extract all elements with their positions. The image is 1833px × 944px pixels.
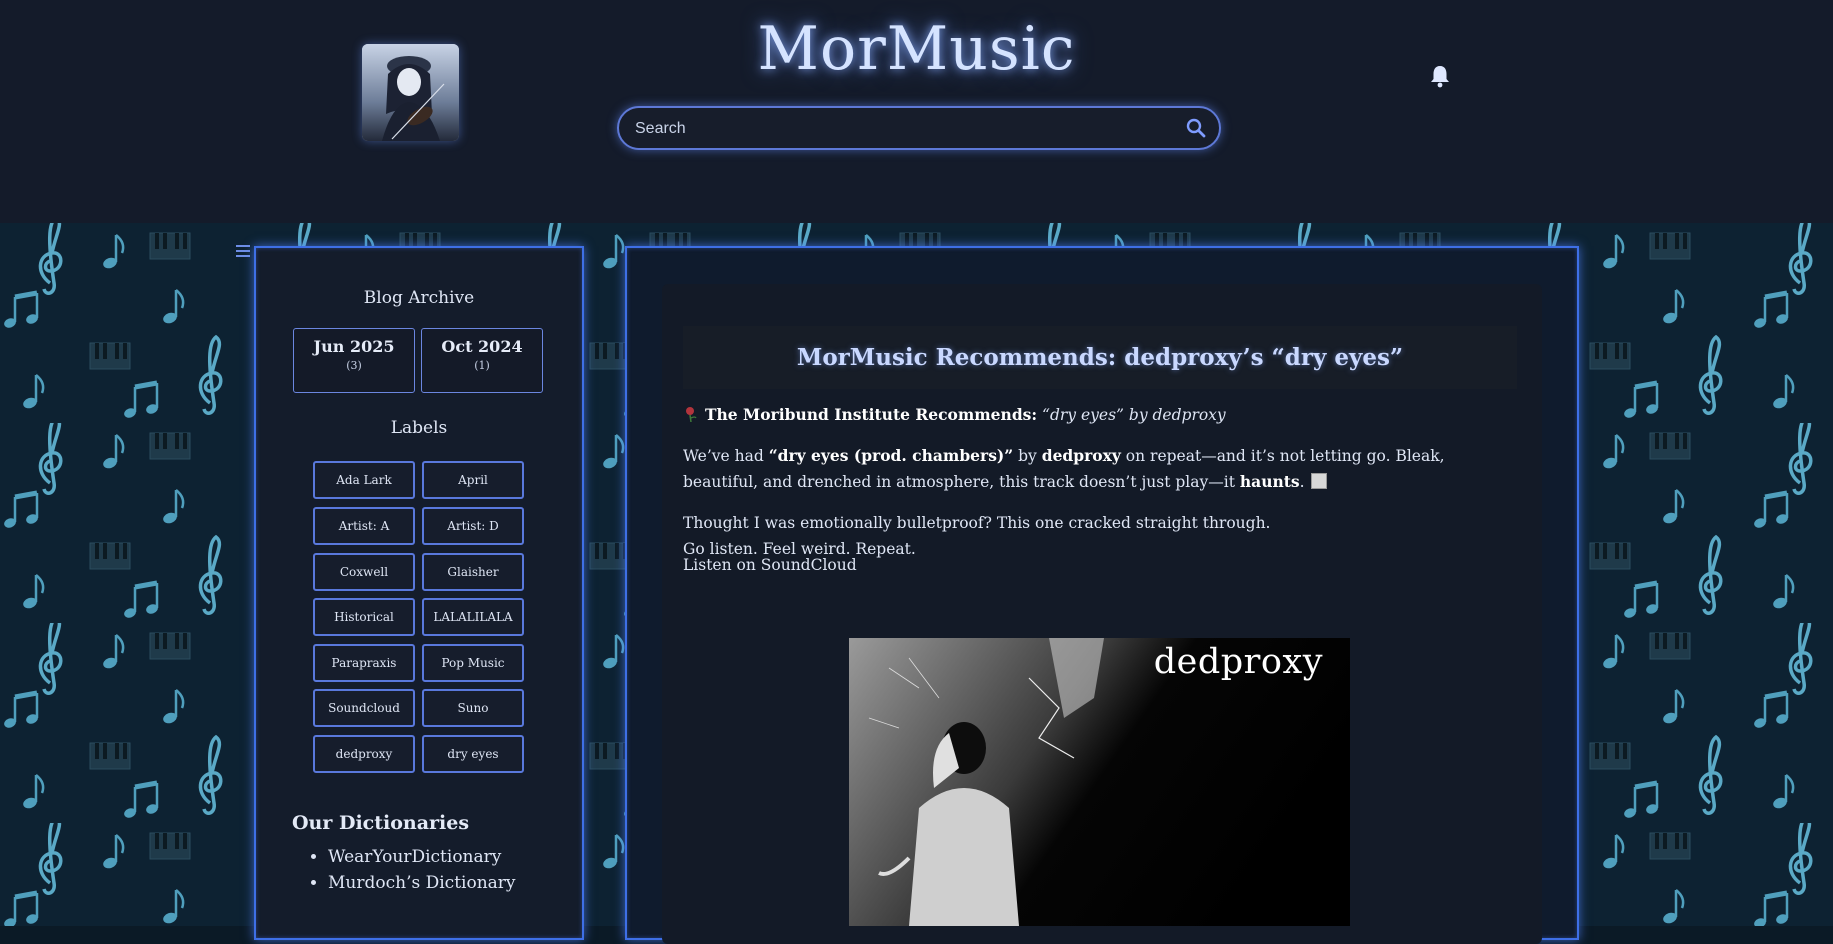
site-header: MorMusic (0, 0, 1833, 223)
label-pop-music[interactable]: Pop Music (422, 644, 524, 682)
archive-month-label: Jun 2025 (313, 337, 395, 356)
search-icon[interactable] (1185, 117, 1207, 139)
label-dedproxy[interactable]: dedproxy (313, 735, 415, 773)
text-span: . (1299, 473, 1305, 491)
album-cover-image[interactable]: dedproxy (849, 638, 1350, 926)
label-coxwell[interactable]: Coxwell (313, 553, 415, 591)
archive-month-count: (3) (346, 359, 362, 372)
bell-icon[interactable] (1429, 64, 1451, 88)
soundcloud-link[interactable]: Listen on SoundCloud (683, 552, 857, 578)
text-span: by (1013, 447, 1042, 465)
dictionaries-list: WearYourDictionary Murdoch’s Dictionary (310, 844, 516, 896)
label-april[interactable]: April (422, 461, 524, 499)
dictionaries-title: Our Dictionaries (292, 812, 470, 834)
post-title[interactable]: MorMusic Recommends: dedproxy’s “dry eye… (683, 326, 1517, 389)
archive-month-jun-2025[interactable]: Jun 2025 (3) (293, 328, 415, 393)
label-historical[interactable]: Historical (313, 598, 415, 636)
label-suno[interactable]: Suno (422, 689, 524, 727)
labels-title: Labels (390, 418, 448, 438)
paper-icon (1310, 473, 1327, 489)
search-bar (617, 106, 1221, 150)
cover-artist-text: dedproxy (1153, 642, 1323, 682)
search-input[interactable] (633, 108, 1157, 150)
sidebar: Blog Archive Jun 2025 (3) Oct 2024 (1) L… (254, 246, 584, 940)
label-soundcloud[interactable]: Soundcloud (313, 689, 415, 727)
archive-month-oct-2024[interactable]: Oct 2024 (1) (421, 328, 543, 393)
intro-italic: “dry eyes” by dedproxy (1042, 406, 1226, 424)
menu-icon[interactable] (235, 244, 251, 258)
label-dry-eyes[interactable]: dry eyes (422, 735, 524, 773)
dictionary-link-murdochs[interactable]: Murdoch’s Dictionary (328, 873, 516, 893)
archive-month-count: (1) (474, 359, 490, 372)
text-span: We’ve had (683, 447, 769, 465)
track-name: “dry eyes (prod. chambers)” (768, 446, 1014, 465)
rose-icon (686, 407, 697, 422)
label-ada-lark[interactable]: Ada Lark (313, 461, 415, 499)
label-lalalilala[interactable]: LALALILALA (422, 598, 524, 636)
label-artist-d[interactable]: Artist: D (422, 507, 524, 545)
archive-month-label: Oct 2024 (441, 337, 523, 356)
post-intro: The Moribund Institute Recommends: “dry … (683, 402, 1226, 428)
dictionary-link-wearyourdictionary[interactable]: WearYourDictionary (328, 847, 501, 867)
emphasis-word: haunts (1239, 472, 1300, 491)
paragraph-line: Thought I was emotionally bulletproof? T… (683, 514, 1271, 532)
list-item: Murdoch’s Dictionary (328, 870, 516, 896)
list-item: WearYourDictionary (328, 844, 516, 870)
post-title-bar: MorMusic Recommends: dedproxy’s “dry eye… (683, 326, 1517, 389)
intro-bold: The Moribund Institute Recommends: (705, 405, 1038, 424)
artist-name: dedproxy (1041, 446, 1121, 465)
site-title[interactable]: MorMusic (0, 14, 1833, 84)
label-artist-a[interactable]: Artist: A (313, 507, 415, 545)
post-paragraph-1: We’ve had “dry eyes (prod. chambers)” by… (683, 443, 1517, 495)
label-glaisher[interactable]: Glaisher (422, 553, 524, 591)
label-parapraxis[interactable]: Parapraxis (313, 644, 415, 682)
archive-title: Blog Archive (363, 288, 475, 308)
